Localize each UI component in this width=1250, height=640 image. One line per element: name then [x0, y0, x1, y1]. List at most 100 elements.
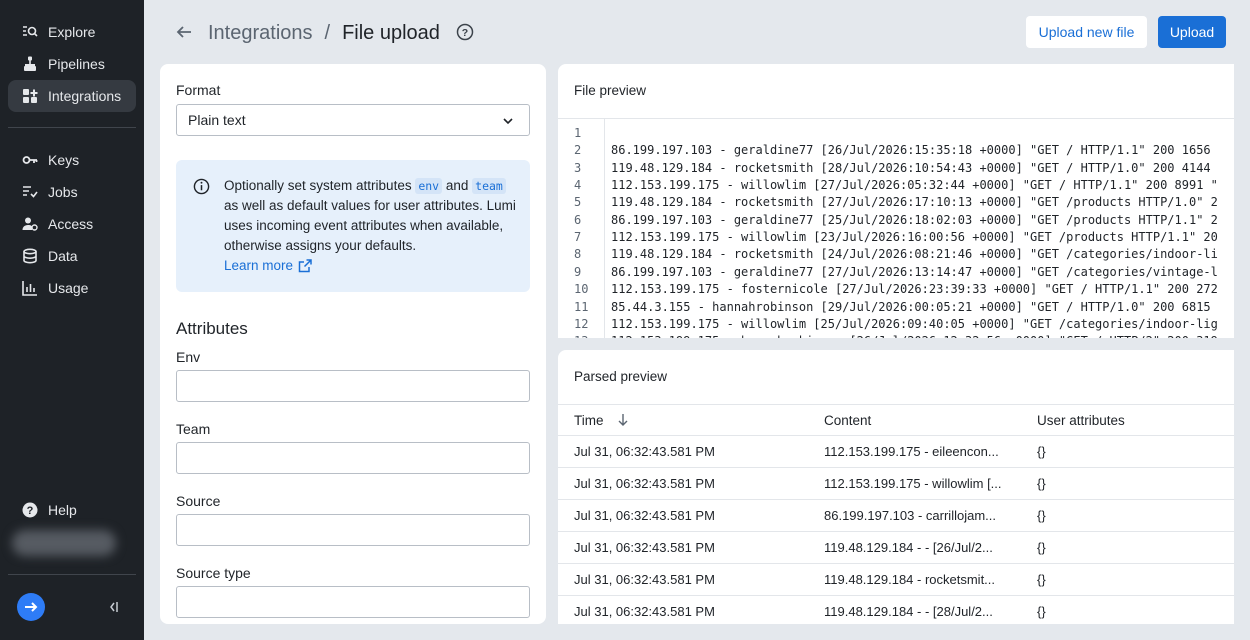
cell-user-attributes: {} — [1037, 508, 1046, 523]
svg-text:?: ? — [27, 505, 34, 517]
code-env: env — [415, 178, 443, 194]
explore-icon — [21, 23, 39, 41]
nav-item-data[interactable]: Data — [8, 240, 136, 272]
sidebar: Explore Pipelines Integrations Keys Jobs… — [0, 0, 144, 640]
help-circle-icon[interactable]: ? — [456, 23, 474, 41]
collapse-sidebar-icon[interactable] — [104, 598, 122, 616]
table-row[interactable]: Jul 31, 06:32:43.581 PM 119.48.129.184 - … — [558, 596, 1234, 624]
file-preview-title: File preview — [574, 83, 647, 98]
code-line: 112.153.199.175 - willowlim [27/Jul/2026… — [611, 178, 1218, 193]
table-row[interactable]: Jul 31, 06:32:43.581 PM 119.48.129.184 - … — [558, 564, 1234, 596]
cell-content: 112.153.199.175 - eileencon... — [824, 444, 999, 459]
file-preview-code[interactable]: 1 2 86.199.197.103 - geraldine77 [26/Jul/2… — [558, 118, 1234, 338]
line-number: 11 — [574, 299, 589, 314]
code-line: 112.153.199.175 - willowlim [23/Jul/2026… — [611, 230, 1218, 245]
parsed-preview-title: Parsed preview — [574, 369, 668, 384]
code-line: 119.48.129.184 - rocketsmith [27/Jul/202… — [611, 195, 1218, 210]
nav-item-usage[interactable]: Usage — [8, 272, 136, 304]
user-profile[interactable] — [12, 530, 116, 556]
table-row[interactable]: Jul 31, 06:32:43.581 PM 112.153.199.175 -… — [558, 436, 1234, 468]
nav-label: Pipelines — [48, 56, 105, 72]
cell-content: 86.199.197.103 - carrillojam... — [824, 508, 996, 523]
code-team: team — [472, 178, 506, 194]
line-number: 2 — [574, 143, 582, 158]
key-icon — [21, 151, 39, 169]
sidebar-divider — [8, 127, 136, 128]
info-icon — [193, 178, 210, 195]
code-line: 112.153.199.175 - hannahrobinson [26/Jul… — [611, 333, 1218, 338]
nav-item-access[interactable]: Access — [8, 208, 136, 240]
cell-user-attributes: {} — [1037, 540, 1046, 555]
nav-item-help[interactable]: ? Help — [8, 494, 136, 526]
code-line: 119.48.129.184 - rocketsmith [28/Jul/202… — [611, 160, 1211, 175]
format-label: Format — [176, 82, 221, 98]
code-line: 112.153.199.175 - fosternicole [27/Jul/2… — [611, 282, 1218, 297]
breadcrumb-separator: / — [324, 21, 331, 44]
nav-label: Keys — [48, 152, 80, 168]
team-field[interactable] — [176, 442, 530, 474]
line-number: 4 — [574, 178, 582, 193]
brand-logo-icon[interactable] — [17, 593, 45, 621]
code-line: 112.153.199.175 - willowlim [25/Jul/2026… — [611, 316, 1218, 331]
code-line: 86.199.197.103 - geraldine77 [27/Jul/202… — [611, 264, 1218, 279]
table-row[interactable]: Jul 31, 06:32:43.581 PM 86.199.197.103 - … — [558, 500, 1234, 532]
cell-user-attributes: {} — [1037, 444, 1046, 459]
table-header: Time Content User attributes — [558, 405, 1234, 436]
cell-time: Jul 31, 06:32:43.581 PM — [574, 572, 715, 587]
format-select-value: Plain text — [188, 112, 246, 128]
back-arrow-icon[interactable] — [172, 20, 196, 44]
cell-user-attributes: {} — [1037, 604, 1046, 619]
column-header-content[interactable]: Content — [824, 405, 1008, 435]
env-field[interactable] — [176, 370, 530, 402]
breadcrumb: Integrations / File upload — [208, 20, 440, 46]
table-row[interactable]: Jul 31, 06:32:43.581 PM 119.48.129.184 - … — [558, 532, 1234, 564]
cell-user-attributes: {} — [1037, 476, 1046, 491]
cell-time: Jul 31, 06:32:43.581 PM — [574, 444, 715, 459]
cell-time: Jul 31, 06:32:43.581 PM — [574, 540, 715, 555]
line-number: 3 — [574, 160, 582, 175]
help-icon: ? — [21, 501, 39, 519]
nav-label: Integrations — [48, 88, 122, 104]
column-header-label: Time — [574, 412, 604, 428]
database-icon — [21, 247, 39, 265]
nav-item-jobs[interactable]: Jobs — [8, 176, 136, 208]
parsed-table: Time Content User attributes Jul 31, 06:… — [558, 404, 1234, 624]
nav-item-explore[interactable]: Explore — [8, 16, 136, 48]
nav-label: Data — [48, 248, 78, 264]
column-header-time[interactable]: Time — [574, 405, 804, 435]
code-line: 85.44.3.155 - hannahrobinson [29/Jul/202… — [611, 299, 1211, 314]
code-line: 119.48.129.184 - rocketsmith [24/Jul/202… — [611, 247, 1218, 262]
external-link-icon — [298, 259, 312, 273]
nav-label: Access — [48, 216, 94, 232]
source-type-field[interactable] — [176, 586, 530, 618]
source-label: Source — [176, 493, 221, 509]
cell-time: Jul 31, 06:32:43.581 PM — [574, 476, 715, 491]
line-number: 5 — [574, 195, 582, 210]
source-type-label: Source type — [176, 565, 251, 581]
learn-more-label: Learn more — [224, 258, 294, 273]
format-select[interactable]: Plain text — [176, 104, 530, 136]
cell-time: Jul 31, 06:32:43.581 PM — [574, 604, 715, 619]
nav-item-integrations[interactable]: Integrations — [8, 80, 136, 112]
nav-label: Jobs — [48, 184, 78, 200]
cell-content: 119.48.129.184 - - [26/Jul/2... — [824, 540, 993, 555]
attributes-panel: Format Plain text Optionally set system … — [160, 64, 546, 624]
nav-label: Explore — [48, 24, 96, 40]
source-field[interactable] — [176, 514, 530, 546]
table-row[interactable]: Jul 31, 06:32:43.581 PM 112.153.199.175 -… — [558, 468, 1234, 500]
line-number: 9 — [574, 264, 582, 279]
parsed-preview-card: Parsed preview Time Content User attribu… — [558, 350, 1234, 624]
line-number: 6 — [574, 212, 582, 227]
line-number: 8 — [574, 247, 582, 262]
team-label: Team — [176, 421, 211, 437]
sort-descending-icon[interactable] — [616, 413, 630, 427]
learn-more-link[interactable]: Learn more — [224, 256, 312, 276]
nav-item-keys[interactable]: Keys — [8, 144, 136, 176]
breadcrumb-integrations[interactable]: Integrations — [208, 22, 313, 45]
nav-label: Usage — [48, 280, 89, 296]
nav-item-pipelines[interactable]: Pipelines — [8, 48, 136, 80]
column-header-user-attributes[interactable]: User attributes — [1037, 405, 1217, 435]
upload-button[interactable]: Upload — [1158, 16, 1226, 48]
cell-user-attributes: {} — [1037, 572, 1046, 587]
upload-new-file-button[interactable]: Upload new file — [1026, 16, 1147, 48]
